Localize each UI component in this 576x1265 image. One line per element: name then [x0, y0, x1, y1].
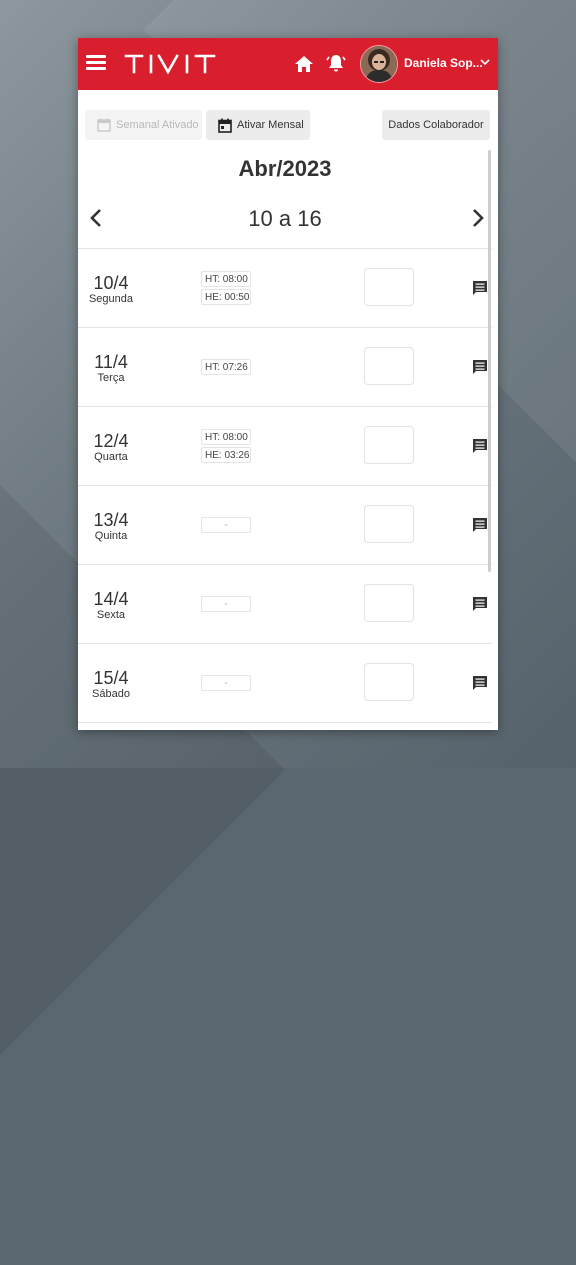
week-range: 10 a 16	[248, 206, 322, 231]
day-note-field[interactable]	[364, 505, 414, 543]
comment-icon[interactable]	[472, 359, 488, 375]
weekly-mode-button[interactable]: Semanal Ativado	[85, 110, 202, 140]
day-note-field[interactable]	[364, 347, 414, 385]
employee-data-button[interactable]: Dados Colaborador	[382, 110, 490, 140]
employee-data-label: Dados Colaborador	[388, 119, 484, 131]
day-name: Segunda	[88, 293, 134, 305]
user-name[interactable]: Daniela Sop...	[404, 56, 483, 70]
bell-icon[interactable]	[326, 53, 346, 74]
day-note-field[interactable]	[364, 426, 414, 464]
chevron-right-icon[interactable]	[470, 207, 486, 229]
comment-icon[interactable]	[472, 438, 488, 454]
calendar-icon	[218, 118, 232, 133]
comment-icon[interactable]	[472, 517, 488, 533]
day-date: 10/4	[93, 273, 129, 293]
monthly-mode-label: Ativar Mensal	[237, 119, 304, 131]
day-note-field[interactable]	[364, 663, 414, 701]
day-row: 12/4 Quarta HT: 08:00 HE: 03:26	[78, 407, 492, 486]
hours-empty: -	[201, 675, 251, 691]
hours-group: -	[201, 486, 251, 564]
tivit-logo	[124, 54, 216, 75]
day-row: 11/4 Terça HT: 07:26	[78, 328, 492, 407]
day-row: 15/4 Sábado -	[78, 644, 492, 723]
day-name: Terça	[97, 372, 125, 384]
day-name: Sexta	[96, 609, 126, 621]
day-name: Quinta	[94, 530, 128, 542]
app-window: Daniela Sop... Semanal Ativado Ativar Me…	[78, 38, 498, 730]
comment-icon[interactable]	[472, 675, 488, 691]
calendar-icon	[97, 118, 111, 132]
hours-empty: -	[201, 517, 251, 533]
chevron-down-icon[interactable]	[480, 58, 490, 66]
day-date: 11/4	[94, 352, 128, 372]
hours-empty: -	[201, 596, 251, 612]
hours-chip: HE: 03:26	[201, 447, 251, 463]
hours-group: HT: 08:00 HE: 00:50	[201, 249, 251, 327]
hours-chip: HT: 08:00	[201, 429, 251, 445]
hours-chip: HT: 07:26	[201, 359, 251, 375]
hours-group: HT: 07:26	[201, 328, 251, 406]
day-list: 10/4 Segunda HT: 08:00 HE: 00:50 11/4 Terça HT…	[78, 248, 492, 723]
hours-group: -	[201, 644, 251, 722]
hours-group: HT: 08:00 HE: 03:26	[201, 407, 251, 485]
day-name: Quarta	[94, 451, 128, 463]
menu-icon[interactable]	[86, 55, 106, 71]
month-title: Abr/2023	[238, 156, 332, 181]
scrollbar[interactable]	[488, 150, 491, 572]
main-content[interactable]: Semanal Ativado Ativar Mensal Dados Cola…	[78, 90, 492, 730]
hours-chip: HE: 00:50	[201, 289, 251, 305]
top-bar: Daniela Sop...	[78, 38, 498, 90]
day-date: 14/4	[93, 589, 129, 609]
avatar[interactable]	[360, 45, 398, 83]
day-row: 14/4 Sexta -	[78, 565, 492, 644]
day-date: 12/4	[93, 431, 129, 451]
day-row: 13/4 Quinta -	[78, 486, 492, 565]
comment-icon[interactable]	[472, 280, 488, 296]
day-note-field[interactable]	[364, 268, 414, 306]
home-icon[interactable]	[294, 54, 314, 74]
hours-chip: HT: 08:00	[201, 271, 251, 287]
day-date: 13/4	[93, 510, 129, 530]
monthly-mode-button[interactable]: Ativar Mensal	[206, 110, 310, 140]
hours-group: -	[201, 565, 251, 643]
day-name: Sábado	[92, 688, 130, 700]
day-note-field[interactable]	[364, 584, 414, 622]
day-date: 15/4	[93, 668, 129, 688]
day-row: 10/4 Segunda HT: 08:00 HE: 00:50	[78, 249, 492, 328]
comment-icon[interactable]	[472, 596, 488, 612]
weekly-mode-label: Semanal Ativado	[116, 119, 199, 131]
